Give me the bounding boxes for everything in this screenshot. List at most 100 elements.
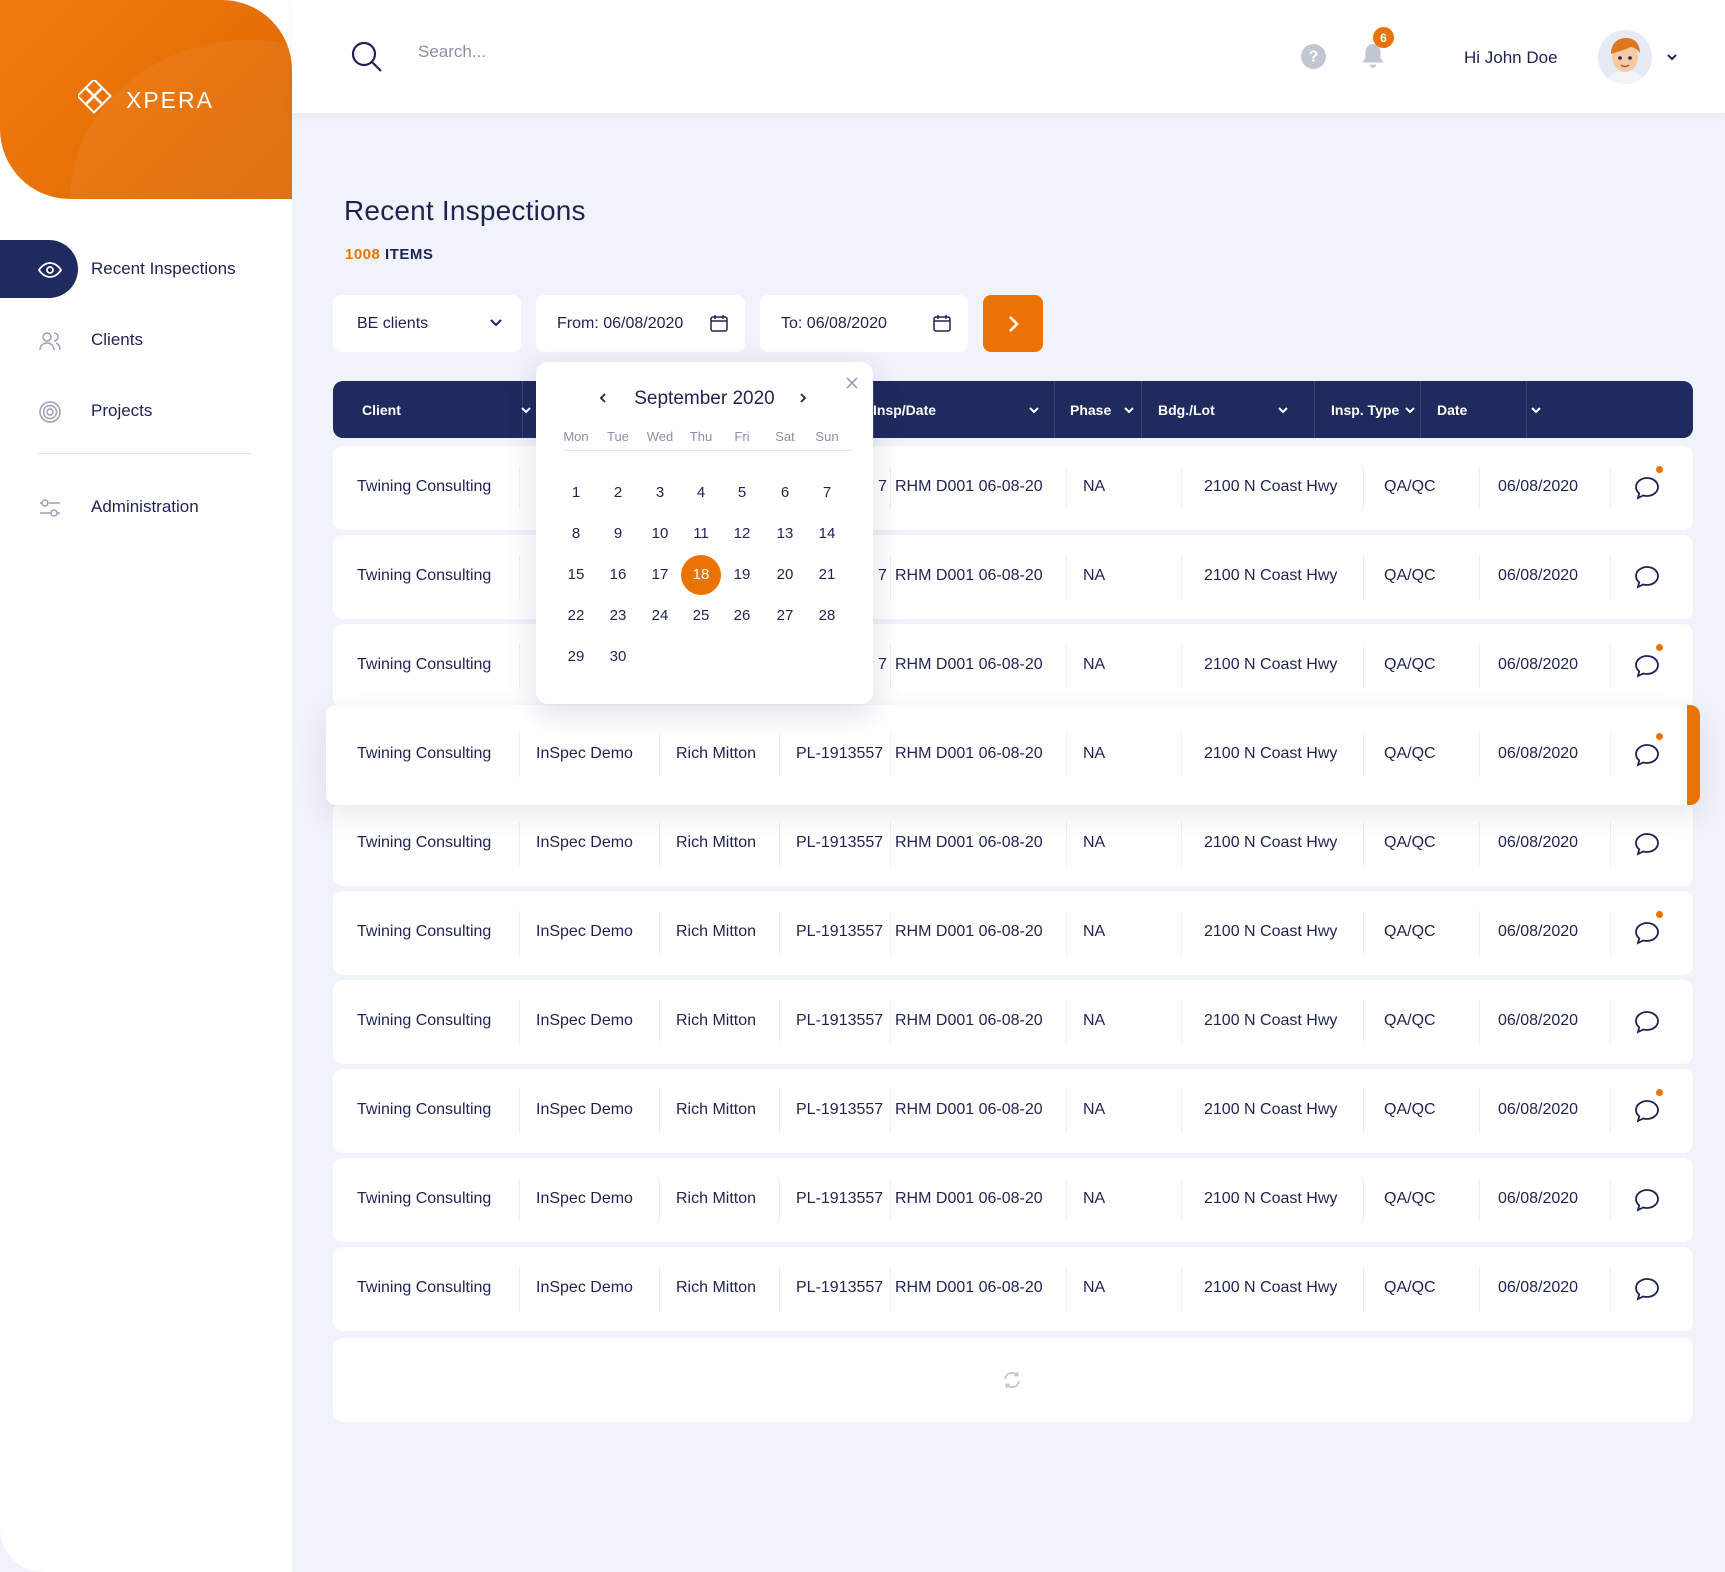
- calendar-day[interactable]: 7: [807, 473, 847, 513]
- calendar-day-selected[interactable]: 18: [681, 555, 721, 595]
- table-row[interactable]: Twining Consulting InSpec Demo Rich Mitton…: [333, 891, 1693, 975]
- chevron-down-icon[interactable]: [1665, 50, 1679, 69]
- table-cell-client: Twining Consulting: [357, 1012, 492, 1029]
- search-input[interactable]: [418, 42, 838, 62]
- calendar-day[interactable]: 23: [598, 596, 638, 636]
- calendar-day[interactable]: 12: [722, 514, 762, 554]
- calendar-day[interactable]: 27: [765, 596, 805, 636]
- calendar-day[interactable]: 2: [598, 473, 638, 513]
- avatar-image: [1598, 30, 1652, 84]
- column-header-client[interactable]: Client: [362, 381, 545, 438]
- cell-separator: [1181, 822, 1182, 866]
- help-icon[interactable]: ?: [1301, 44, 1326, 74]
- calendar-day[interactable]: 20: [765, 555, 805, 595]
- calendar-day[interactable]: 24: [640, 596, 680, 636]
- cell-separator: [659, 1000, 660, 1044]
- table-cell-date: 06/08/2020: [1498, 656, 1579, 673]
- comment-icon[interactable]: [1633, 1097, 1661, 1130]
- calendar-day[interactable]: 3: [640, 473, 680, 513]
- calendar-day[interactable]: 14: [807, 514, 847, 554]
- column-header-label: Date: [1437, 401, 1468, 418]
- comment-icon[interactable]: [1633, 563, 1661, 596]
- comment-icon[interactable]: [1633, 474, 1661, 507]
- calendar-day[interactable]: 5: [722, 473, 762, 513]
- calendar-day[interactable]: 17: [640, 555, 680, 595]
- table-cell-inspector: Rich Mitton: [676, 834, 757, 851]
- calendar-day[interactable]: 10: [640, 514, 680, 554]
- table-row[interactable]: Twining Consulting InSpec Demo Rich Mitton…: [333, 980, 1693, 1064]
- table-cell-insp-date: RHM D001 06-08-20: [895, 923, 1043, 940]
- calendar-day[interactable]: 21: [807, 555, 847, 595]
- table-cell-phase: NA: [1083, 656, 1106, 673]
- table-row[interactable]: Twining Consulting InSpec Demo Rich Mitton…: [333, 802, 1693, 886]
- comment-icon[interactable]: [1633, 1186, 1661, 1219]
- calendar-day[interactable]: 11: [681, 514, 721, 554]
- table-cell-client: Twining Consulting: [357, 923, 492, 940]
- calendar-day[interactable]: 15: [556, 555, 596, 595]
- calendar-day[interactable]: 30: [598, 637, 638, 677]
- column-header-lot[interactable]: Bdg./Lot: [1158, 381, 1302, 438]
- table-row[interactable]: Twining Consulting InSpec Demo Rich Mitton…: [326, 705, 1700, 805]
- calendar-day[interactable]: 16: [598, 555, 638, 595]
- load-more-row[interactable]: [333, 1338, 1693, 1422]
- column-header-insp-date[interactable]: Insp/Date: [873, 381, 1053, 438]
- cell-separator: [1610, 644, 1611, 688]
- table-row[interactable]: Twining Consulting InSpec Demo Rich Mitton…: [333, 1158, 1693, 1242]
- sidebar-item-label: Recent Inspections: [91, 259, 236, 278]
- user-greeting[interactable]: Hi John Doe: [1464, 48, 1558, 68]
- calendar-day[interactable]: 9: [598, 514, 638, 554]
- sidebar-item-projects[interactable]: Projects: [0, 382, 292, 440]
- top-header: ? 6 Hi John Doe: [292, 0, 1725, 113]
- calendar-day[interactable]: 19: [722, 555, 762, 595]
- table-cell-phase: NA: [1083, 923, 1106, 940]
- table-cell-phase: NA: [1083, 1012, 1106, 1029]
- comment-icon[interactable]: [1633, 741, 1661, 774]
- calendar-day[interactable]: 26: [722, 596, 762, 636]
- table-cell-date: 06/08/2020: [1498, 834, 1579, 851]
- column-header-date[interactable]: Date: [1437, 381, 1555, 438]
- sidebar-item-clients[interactable]: Clients: [0, 311, 292, 369]
- table-cell-insp-date: RHM D001 06-08-20: [895, 1012, 1043, 1029]
- unread-dot: [1656, 466, 1663, 473]
- calendar-day[interactable]: 22: [556, 596, 596, 636]
- calendar-day[interactable]: 8: [556, 514, 596, 554]
- table-cell-type: QA/QC: [1384, 1279, 1436, 1296]
- to-date-value: To: 06/08/2020: [781, 314, 887, 332]
- cell-separator: [1181, 911, 1182, 955]
- table-cell-inspector: Rich Mitton: [676, 1279, 757, 1296]
- calendar-day[interactable]: 25: [681, 596, 721, 636]
- column-header-label: Phase: [1070, 401, 1112, 418]
- comment-icon[interactable]: [1633, 919, 1661, 952]
- to-date-field[interactable]: To: 06/08/2020: [760, 295, 968, 352]
- calendar-day[interactable]: 1: [556, 473, 596, 513]
- calendar-day[interactable]: 13: [765, 514, 805, 554]
- search-icon[interactable]: [350, 40, 384, 79]
- sidebar-item-administration[interactable]: Administration: [0, 478, 292, 536]
- calendar-day[interactable]: 6: [765, 473, 805, 513]
- refresh-icon[interactable]: [1002, 1370, 1022, 1395]
- comment-icon[interactable]: [1633, 652, 1661, 685]
- chevron-right-icon[interactable]: [796, 388, 810, 413]
- calendar-day[interactable]: 4: [681, 473, 721, 513]
- sidebar: XPERA Recent Inspections Clients Project…: [0, 0, 292, 1572]
- avatar[interactable]: [1598, 30, 1652, 84]
- logo[interactable]: XPERA: [78, 80, 214, 120]
- column-header-type[interactable]: Insp. Type: [1331, 381, 1429, 438]
- apply-filter-button[interactable]: [983, 295, 1043, 352]
- comment-icon[interactable]: [1633, 1275, 1661, 1308]
- calendar-day[interactable]: 28: [807, 596, 847, 636]
- calendar-day[interactable]: 29: [556, 637, 596, 677]
- comment-icon[interactable]: [1633, 830, 1661, 863]
- sidebar-item-recent-inspections[interactable]: Recent Inspections: [0, 240, 292, 298]
- cell-separator: [890, 466, 891, 510]
- column-header-phase[interactable]: Phase: [1070, 381, 1148, 438]
- table-row[interactable]: Twining Consulting InSpec Demo Rich Mitton…: [333, 1247, 1693, 1331]
- comment-icon[interactable]: [1633, 1008, 1661, 1041]
- cell-separator: [519, 1178, 520, 1222]
- table-cell-id: 7: [878, 656, 887, 673]
- from-date-field[interactable]: From: 06/08/2020: [536, 295, 745, 352]
- client-filter-select[interactable]: BE clients: [333, 295, 521, 352]
- cell-separator: [890, 911, 891, 955]
- table-cell-insp-date: RHM D001 06-08-20: [895, 1279, 1043, 1296]
- table-row[interactable]: Twining Consulting InSpec Demo Rich Mitton…: [333, 1069, 1693, 1153]
